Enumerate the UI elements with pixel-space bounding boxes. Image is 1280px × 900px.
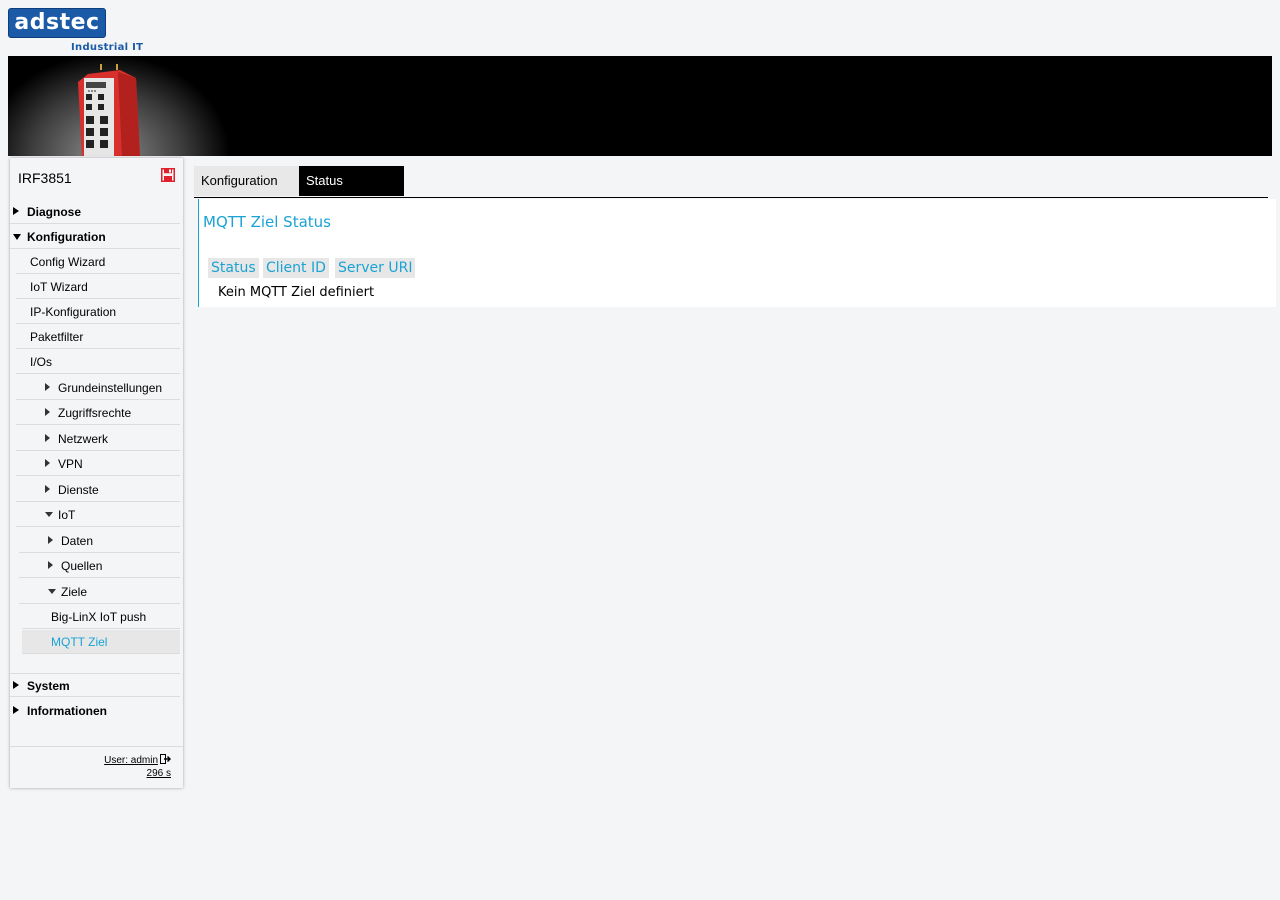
sidebar-item-label: Diagnose [27, 205, 82, 219]
tab-status[interactable]: Status [299, 166, 404, 196]
sidebar-item-label: Quellen [61, 559, 103, 573]
sidebar-item-zugriffsrechte[interactable]: Zugriffsrechte [16, 401, 180, 425]
sidebar-item-quellen[interactable]: Quellen [19, 554, 180, 578]
sidebar-item-label: MQTT Ziel [51, 635, 108, 649]
chevron-down-icon [45, 512, 53, 517]
sidebar-item-mqtt-ziel[interactable]: MQTT Ziel [22, 630, 180, 654]
sidebar-item-ziele[interactable]: Ziele [19, 580, 180, 604]
sidebar-item-netzwerk[interactable]: Netzwerk [16, 427, 180, 451]
sidebar-item-konfiguration[interactable]: Konfiguration [10, 225, 180, 249]
sidebar: IRF3851 Diagnose Konfiguration Config Wi… [10, 158, 183, 788]
sidebar-item-iot[interactable]: IoT [16, 503, 180, 527]
sidebar-item-label: Ziele [61, 585, 88, 599]
logo-wordmark: adstec [8, 8, 106, 38]
session-timer: 296 s [146, 768, 171, 779]
user-label: User: admin [104, 755, 158, 766]
sidebar-item-label: Big-LinX IoT push [51, 610, 147, 624]
chevron-right-icon [45, 434, 50, 442]
chevron-down-icon [48, 589, 56, 594]
logo-tagline: Industrial IT [71, 42, 144, 53]
chevron-right-icon [13, 681, 19, 689]
column-header-server-uri: Server URI [335, 258, 416, 278]
empty-table-message: Kein MQTT Ziel definiert [218, 285, 375, 300]
sidebar-item-label: IoT Wizard [30, 280, 88, 294]
sidebar-item-label: Config Wizard [30, 255, 106, 269]
sidebar-item-vpn[interactable]: VPN [16, 452, 180, 476]
chevron-right-icon [45, 459, 50, 467]
logout-icon [160, 754, 171, 764]
save-icon[interactable] [161, 168, 175, 182]
sidebar-item-daten[interactable]: Daten [19, 529, 180, 553]
sidebar-item-big-linx-iot-push[interactable]: Big-LinX IoT push [22, 605, 180, 629]
chevron-down-icon [13, 234, 21, 240]
logout-link[interactable]: User: admin [104, 754, 171, 766]
header-banner [8, 56, 1272, 156]
sidebar-item-label: VPN [58, 457, 83, 471]
chevron-right-icon [45, 485, 50, 493]
sidebar-item-label: IoT [58, 508, 76, 522]
router-device-image [78, 64, 140, 156]
chevron-right-icon [48, 561, 53, 569]
chevron-right-icon [45, 383, 50, 391]
column-header-client-id: Client ID [263, 258, 329, 278]
sidebar-item-label: Konfiguration [27, 230, 106, 244]
sidebar-item-diagnose[interactable]: Diagnose [10, 200, 180, 224]
sidebar-item-informationen[interactable]: Informationen [10, 699, 180, 723]
device-header: IRF3851 [10, 158, 183, 194]
sidebar-item-dienste[interactable]: Dienste [16, 478, 180, 502]
sidebar-item-grundeinstellungen[interactable]: Grundeinstellungen [16, 376, 180, 400]
sidebar-item-config-wizard[interactable]: Config Wizard [16, 250, 180, 274]
sidebar-item-system[interactable]: System [10, 673, 180, 697]
content-panel: MQTT Ziel Status Status Client ID Server… [198, 199, 1276, 307]
sidebar-item-label: Dienste [58, 483, 99, 497]
page-title: MQTT Ziel Status [203, 213, 331, 231]
sidebar-item-label: I/Os [30, 355, 53, 369]
sidebar-item-label: Netzwerk [58, 432, 109, 446]
device-name: IRF3851 [18, 170, 72, 186]
chevron-right-icon [13, 207, 19, 215]
sidebar-item-label: Paketfilter [30, 330, 84, 344]
tab-konfiguration[interactable]: Konfiguration [194, 166, 299, 196]
sidebar-item-label: System [27, 679, 70, 693]
sidebar-item-label: Zugriffsrechte [58, 406, 132, 420]
column-header-status: Status [208, 258, 259, 278]
sidebar-item-paketfilter[interactable]: Paketfilter [16, 325, 180, 349]
tab-bar: Konfiguration Status [194, 166, 1268, 198]
ads-tec-logo: adstec Industrial IT [8, 8, 143, 54]
user-session-panel: User: admin 296 s [10, 746, 183, 788]
sidebar-item-ip-konfiguration[interactable]: IP-Konfiguration [16, 300, 180, 324]
chevron-right-icon [13, 706, 19, 714]
sidebar-item-label: Informationen [27, 704, 107, 718]
sidebar-item-iot-wizard[interactable]: IoT Wizard [16, 275, 180, 299]
sidebar-item-label: Daten [61, 534, 94, 548]
sidebar-item-label: Grundeinstellungen [58, 381, 163, 395]
sidebar-item-label: IP-Konfiguration [30, 305, 117, 319]
chevron-right-icon [48, 536, 53, 544]
sidebar-item-ios[interactable]: I/Os [16, 350, 180, 374]
chevron-right-icon [45, 408, 50, 416]
